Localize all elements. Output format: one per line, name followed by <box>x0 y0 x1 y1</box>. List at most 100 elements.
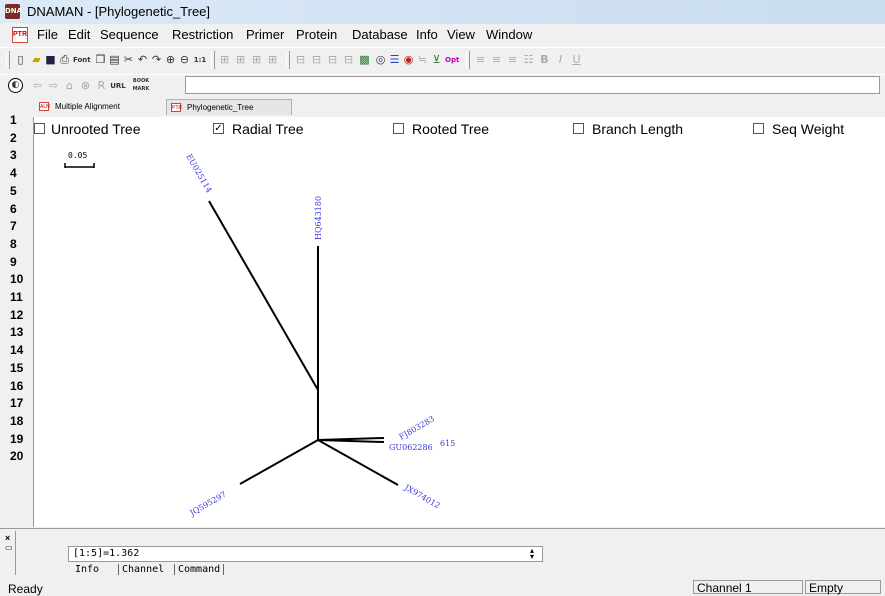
tool-icon-e[interactable]: ⊟ <box>294 53 307 66</box>
tab-label: Phylogenetic_Tree <box>187 103 254 112</box>
status-channel: Channel 1 <box>693 580 803 595</box>
record-icon[interactable]: ◉ <box>402 53 415 66</box>
list-icon[interactable]: ☰ <box>388 53 401 66</box>
unrooted-tree-label[interactable]: Unrooted Tree <box>51 121 141 137</box>
info-panel-grip[interactable]: × ▭ <box>3 531 16 575</box>
tool-icon-a[interactable]: ⊞ <box>218 53 231 66</box>
graph-icon[interactable]: ▩ <box>358 53 371 66</box>
row-number: 4 <box>10 166 17 181</box>
bullets-icon[interactable]: ☷ <box>522 53 535 66</box>
url-input[interactable] <box>185 76 880 94</box>
copy-icon[interactable]: ❐ <box>94 53 107 66</box>
tool-icon-b[interactable]: ⊞ <box>234 53 247 66</box>
row-number: 1 <box>10 113 17 127</box>
row-number: 20 <box>10 449 24 464</box>
tool-icon-h[interactable]: ⊟ <box>342 53 355 66</box>
seq-weight-label[interactable]: Seq Weight <box>772 121 844 137</box>
close-icon[interactable]: × <box>5 533 10 543</box>
row-number: 19 <box>10 431 24 446</box>
zoom-in-icon[interactable]: ⊕ <box>164 53 177 66</box>
radial-tree-label[interactable]: Radial Tree <box>232 121 304 137</box>
bookmark-icon[interactable]: BOOK MARK <box>132 77 150 92</box>
zoom-out-icon[interactable]: ⊖ <box>178 53 191 66</box>
save-icon[interactable]: ■ <box>44 53 57 66</box>
paste-icon[interactable]: ▤ <box>108 53 121 66</box>
rooted-tree-label[interactable]: Rooted Tree <box>412 121 489 137</box>
menu-window[interactable]: Window <box>486 27 532 42</box>
refresh-icon[interactable]: R <box>95 79 108 92</box>
zoom-actual-button[interactable]: 1:1 <box>193 54 207 67</box>
menu-info[interactable]: Info <box>416 27 438 42</box>
align-right-icon[interactable]: ≡ <box>506 53 519 66</box>
stop-icon[interactable]: ⊗ <box>79 79 92 92</box>
tool-icon-f[interactable]: ⊟ <box>310 53 323 66</box>
font-button[interactable]: Font <box>73 54 91 67</box>
document-icon[interactable]: PTR <box>12 27 28 43</box>
bold-icon[interactable]: B <box>538 53 551 66</box>
tool-icon-c[interactable]: ⊞ <box>250 53 263 66</box>
info-output-field[interactable]: [1:5]=1.362 <box>68 546 543 562</box>
tab-info[interactable]: Info <box>75 564 99 575</box>
window-title: DNAMAN - [Phylogenetic_Tree] <box>27 4 211 19</box>
tree-doc-icon: PTR <box>171 103 182 112</box>
row-number: 15 <box>10 360 24 375</box>
back-arrow-icon[interactable]: ⇦ <box>31 79 44 92</box>
undo-icon[interactable]: ↶ <box>136 53 149 66</box>
tab-label: Multiple Alignment <box>55 102 120 111</box>
menu-view[interactable]: View <box>447 27 475 42</box>
tab-multiple-alignment[interactable]: ALN Multiple Alignment <box>35 99 163 115</box>
row-number: 14 <box>10 343 24 358</box>
radial-tree-checkbox[interactable]: ✓ <box>213 123 224 134</box>
web-globe-icon[interactable]: ◐ <box>8 78 23 93</box>
redo-icon[interactable]: ↷ <box>150 53 163 66</box>
toolbar-separator <box>211 51 215 69</box>
menu-sequence[interactable]: Sequence <box>100 27 159 42</box>
tree-canvas[interactable] <box>34 117 885 527</box>
underline-icon[interactable]: U <box>570 53 583 66</box>
print-icon[interactable]: ⎙ <box>58 53 71 66</box>
options-button[interactable]: Opt <box>445 54 459 67</box>
branch-length-checkbox[interactable] <box>573 123 584 134</box>
menu-protein[interactable]: Protein <box>296 27 337 42</box>
align-center-icon[interactable]: ≡ <box>490 53 503 66</box>
row-number: 17 <box>10 396 24 411</box>
new-file-icon[interactable]: ▯ <box>14 53 27 66</box>
spin-arrows-icon[interactable]: ▴ ▾ <box>530 547 534 561</box>
row-number: 12 <box>10 307 24 322</box>
cut-icon[interactable]: ✂ <box>122 53 135 66</box>
tab-channel[interactable]: Channel <box>118 564 164 575</box>
branch-length-label[interactable]: Branch Length <box>592 121 683 137</box>
unrooted-tree-checkbox[interactable] <box>34 123 45 134</box>
menu-database[interactable]: Database <box>352 27 408 42</box>
tab-command[interactable]: Command <box>174 564 225 575</box>
row-number: 8 <box>10 236 17 251</box>
tool-icon-d[interactable]: ⊞ <box>266 53 279 66</box>
translate-icon[interactable]: ⊻ <box>430 53 443 66</box>
row-number: 9 <box>10 254 17 269</box>
binoculars-icon[interactable]: ◎ <box>374 53 387 66</box>
forward-arrow-icon[interactable]: ⇨ <box>47 79 60 92</box>
tab-phylogenetic-tree[interactable]: PTR Phylogenetic_Tree <box>166 99 292 115</box>
menu-file[interactable]: File <box>37 27 58 42</box>
app-icon: DNA MAN <box>5 4 23 30</box>
row-number-gutter <box>0 117 34 527</box>
row-number: 10 <box>10 272 24 287</box>
row-number: 13 <box>10 325 24 340</box>
italic-icon[interactable]: I <box>554 53 567 66</box>
menu-restriction[interactable]: Restriction <box>172 27 233 42</box>
dock-icon[interactable]: ▭ <box>5 543 13 552</box>
toolbar-grip[interactable] <box>6 51 10 69</box>
toolbar-separator <box>466 51 470 69</box>
row-number: 16 <box>10 378 24 393</box>
open-folder-icon[interactable]: ▰ <box>30 53 43 66</box>
align-left-icon[interactable]: ≡ <box>474 53 487 66</box>
seq-weight-checkbox[interactable] <box>753 123 764 134</box>
tool-icon-g[interactable]: ⊟ <box>326 53 339 66</box>
home-icon[interactable]: ⌂ <box>63 79 76 92</box>
rooted-tree-checkbox[interactable] <box>393 123 404 134</box>
menu-primer[interactable]: Primer <box>246 27 284 42</box>
menu-edit[interactable]: Edit <box>68 27 90 42</box>
row-number: 11 <box>10 290 23 304</box>
row-number: 2 <box>10 130 17 145</box>
align-icon[interactable]: ≒ <box>416 53 429 66</box>
